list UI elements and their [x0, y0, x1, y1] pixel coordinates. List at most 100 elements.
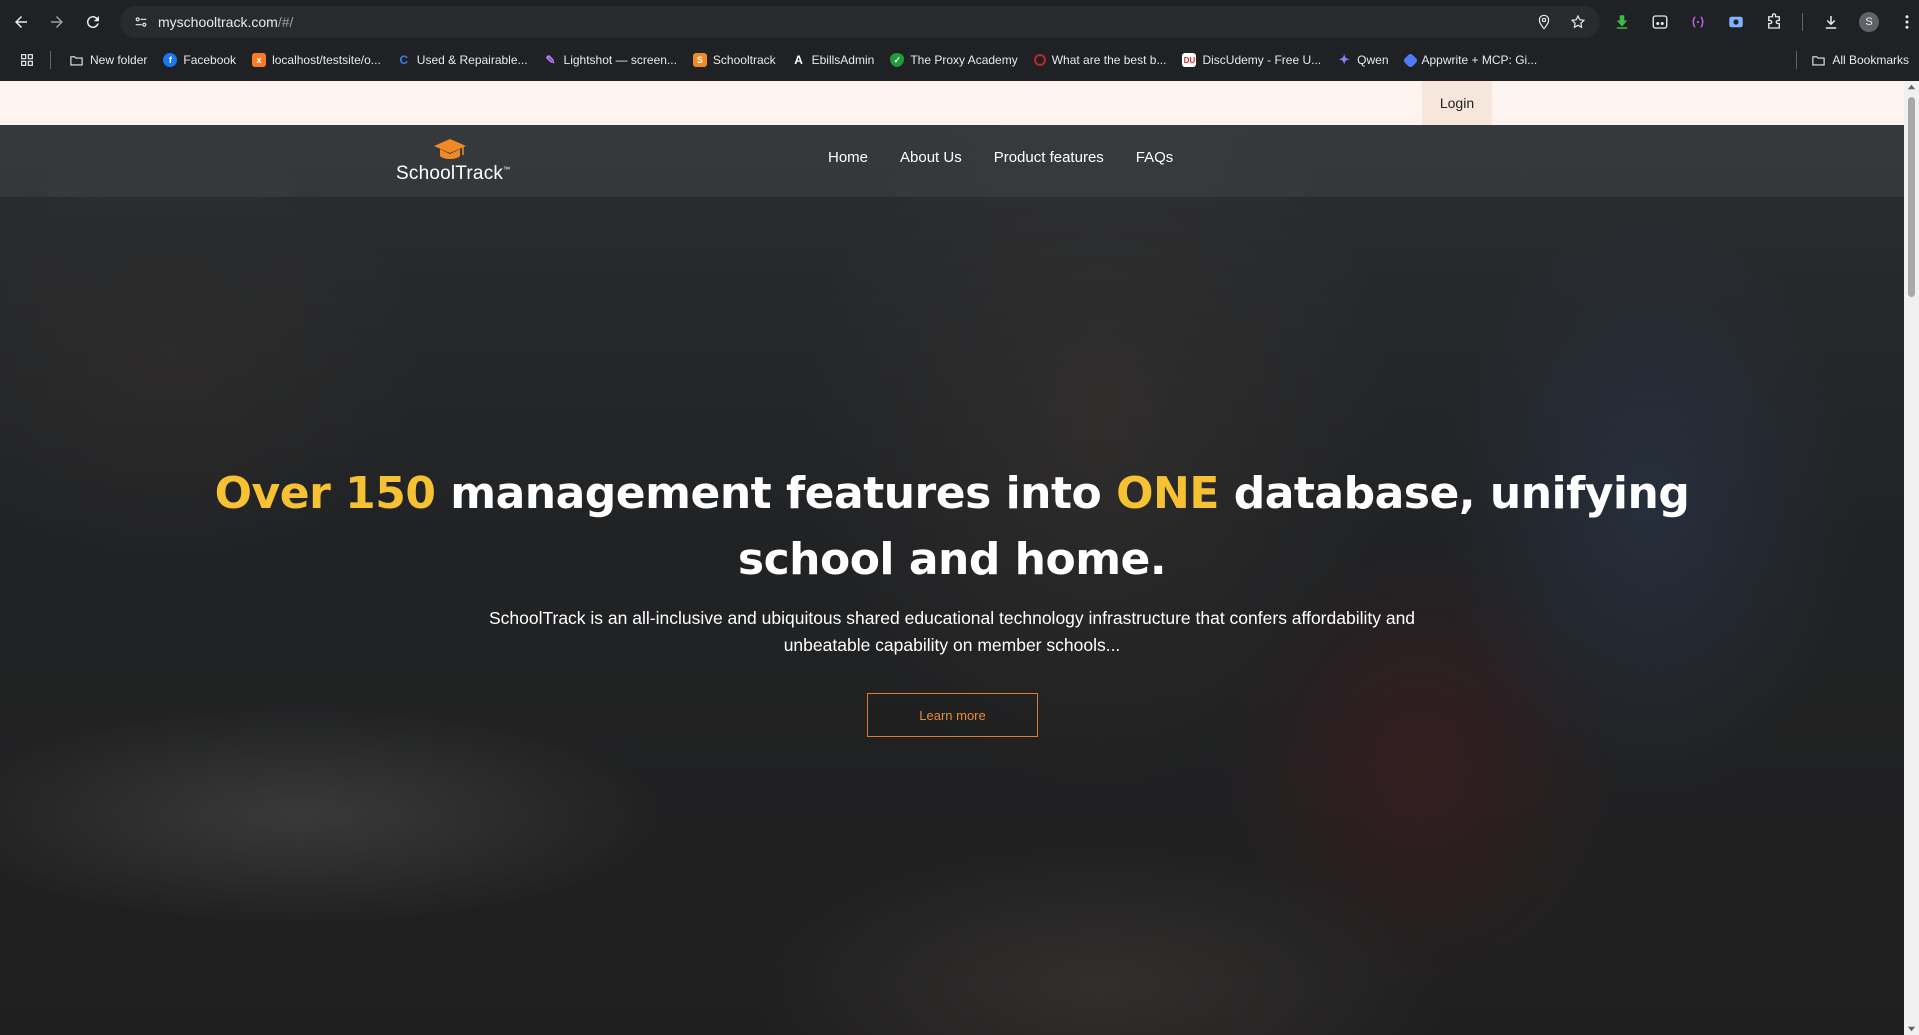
- page-viewport: Login SchoolTrack™ Home About Us Product…: [0, 81, 1919, 1035]
- headline-highlight: Over 150: [214, 468, 436, 519]
- address-bar[interactable]: myschooltrack.com/#/: [120, 6, 1600, 38]
- browser-menu-button[interactable]: [1897, 12, 1917, 32]
- folder-icon: [1812, 55, 1825, 65]
- url-text[interactable]: myschooltrack.com/#/: [158, 14, 293, 30]
- all-bookmarks-label: All Bookmarks: [1832, 53, 1909, 67]
- extension-glasses[interactable]: [1650, 12, 1670, 32]
- downloads-button[interactable]: [1821, 12, 1841, 32]
- site-logo[interactable]: SchoolTrack™: [396, 137, 516, 193]
- bookmark-ebillsadmin[interactable]: A EbillsAdmin: [784, 47, 883, 73]
- scroll-down-arrow-icon[interactable]: [1907, 1024, 1916, 1033]
- url-host: myschooltrack.com: [158, 14, 278, 30]
- apps-button[interactable]: [14, 47, 40, 73]
- logo-name: SchoolTrack: [396, 163, 504, 184]
- camera-icon: [1729, 16, 1743, 28]
- nav-about-us[interactable]: About Us: [900, 149, 962, 173]
- xampp-icon: x: [252, 53, 267, 67]
- graduation-cap-icon: [434, 139, 466, 159]
- green-arrow-icon: [1616, 15, 1628, 29]
- bookmark-discudemy[interactable]: DU DiscUdemy - Free U...: [1174, 47, 1329, 73]
- back-button[interactable]: [4, 5, 38, 39]
- bookmarks-divider: [50, 51, 51, 69]
- bookmark-label: What are the best b...: [1051, 53, 1167, 67]
- extensions-button[interactable]: [1764, 12, 1784, 32]
- extension-screenshot[interactable]: [1726, 12, 1746, 32]
- headline-text: management features into: [435, 468, 1117, 519]
- nav-product-features[interactable]: Product features: [994, 149, 1104, 173]
- star-icon[interactable]: [1570, 14, 1586, 30]
- bookmark-label: localhost/testsite/o...: [272, 53, 381, 67]
- extension-download-manager[interactable]: [1612, 12, 1632, 32]
- location-icon[interactable]: [1536, 14, 1552, 30]
- puzzle-icon: [1768, 13, 1780, 29]
- quora-icon: [1033, 54, 1046, 66]
- reload-button[interactable]: [76, 5, 110, 39]
- glasses-icon: [1652, 15, 1668, 29]
- ebills-icon: A: [794, 53, 803, 67]
- bookmarks-bar: New folder f Facebook x localhost/testsi…: [0, 47, 1919, 73]
- reload-icon: [86, 16, 99, 29]
- bookmark-label: Lightshot — screen...: [563, 53, 677, 67]
- headline-highlight: ONE: [1116, 468, 1219, 519]
- site-info-icon[interactable]: [126, 6, 156, 38]
- profile-avatar[interactable]: S: [1859, 12, 1879, 32]
- main-nav: Home About Us Product features FAQs: [828, 149, 1173, 173]
- bookmarks-divider: [1796, 51, 1798, 69]
- bookmark-label: New folder: [90, 53, 148, 67]
- more-vertical-icon: [1905, 15, 1909, 29]
- schooltrack-icon: S: [692, 53, 707, 67]
- site-top-bar: Login: [0, 81, 1904, 125]
- discudemy-icon: DU: [1182, 53, 1197, 67]
- bookmark-label: Facebook: [183, 53, 237, 67]
- brackets-icon: [1692, 16, 1704, 28]
- bookmark-quora[interactable]: What are the best b...: [1026, 47, 1175, 73]
- browser-chrome: myschooltrack.com/#/ S New folder f Face…: [0, 0, 1919, 81]
- download-icon: [1825, 16, 1837, 29]
- hero-description: SchoolTrack is an all-inclusive and ubiq…: [488, 608, 1416, 655]
- learn-more-button[interactable]: Learn more: [867, 693, 1038, 737]
- forward-button[interactable]: [40, 5, 74, 39]
- shield-icon: ✓: [890, 53, 905, 67]
- apps-grid-icon: [21, 54, 33, 66]
- bookmark-used-repairable[interactable]: C Used & Repairable...: [389, 47, 536, 73]
- bookmark-localhost[interactable]: x localhost/testsite/o...: [244, 47, 389, 73]
- bookmark-proxy-academy[interactable]: ✓ The Proxy Academy: [882, 47, 1025, 73]
- folder-icon: [70, 55, 83, 65]
- bookmark-lightshot[interactable]: ✎ Lightshot — screen...: [536, 47, 685, 73]
- arrow-right-icon: [51, 16, 63, 28]
- bookmark-label: EbillsAdmin: [811, 53, 875, 67]
- qwen-icon: ✦: [1338, 52, 1350, 67]
- bookmark-label: Used & Repairable...: [416, 53, 528, 67]
- all-bookmarks-button[interactable]: All Bookmarks: [1796, 47, 1909, 73]
- bookmark-label: The Proxy Academy: [910, 53, 1018, 67]
- bookmark-label: Appwrite + MCP: Gi...: [1421, 53, 1538, 67]
- hero-headline: Over 150 management features into ONE da…: [160, 461, 1744, 593]
- bookmark-schooltrack[interactable]: S Schooltrack: [685, 47, 784, 73]
- bookmark-appwrite[interactable]: Appwrite + MCP: Gi...: [1397, 47, 1546, 73]
- facebook-icon: f: [163, 53, 178, 67]
- feather-icon: ✎: [545, 53, 556, 67]
- nav-home[interactable]: Home: [828, 149, 868, 173]
- login-button[interactable]: Login: [1422, 81, 1492, 125]
- logo-trademark: ™: [503, 166, 511, 174]
- copart-icon: C: [399, 53, 409, 67]
- url-path: /#/: [277, 14, 294, 30]
- bookmark-qwen[interactable]: ✦ Qwen: [1329, 47, 1396, 73]
- scrollbar-thumb[interactable]: [1908, 97, 1915, 297]
- toolbar-divider: [1802, 13, 1803, 31]
- nav-faqs[interactable]: FAQs: [1136, 149, 1174, 173]
- arrow-left-icon: [15, 16, 27, 28]
- appwrite-icon: [1402, 52, 1418, 68]
- bookmark-label: Schooltrack: [712, 53, 776, 67]
- bookmark-facebook[interactable]: f Facebook: [155, 47, 244, 73]
- logo-wordmark: SchoolTrack™: [396, 163, 510, 185]
- page-scrollbar[interactable]: [1904, 81, 1919, 1035]
- extension-brackets[interactable]: [1688, 12, 1708, 32]
- bookmark-label: Qwen: [1357, 53, 1389, 67]
- browser-toolbar: myschooltrack.com/#/ S: [0, 0, 1919, 44]
- bookmark-label: DiscUdemy - Free U...: [1202, 53, 1322, 67]
- extensions-bar: S: [1612, 6, 1917, 38]
- bookmark-new-folder[interactable]: New folder: [61, 47, 155, 73]
- hero-section: SchoolTrack™ Home About Us Product featu…: [0, 125, 1904, 1035]
- scroll-up-arrow-icon[interactable]: [1907, 83, 1916, 92]
